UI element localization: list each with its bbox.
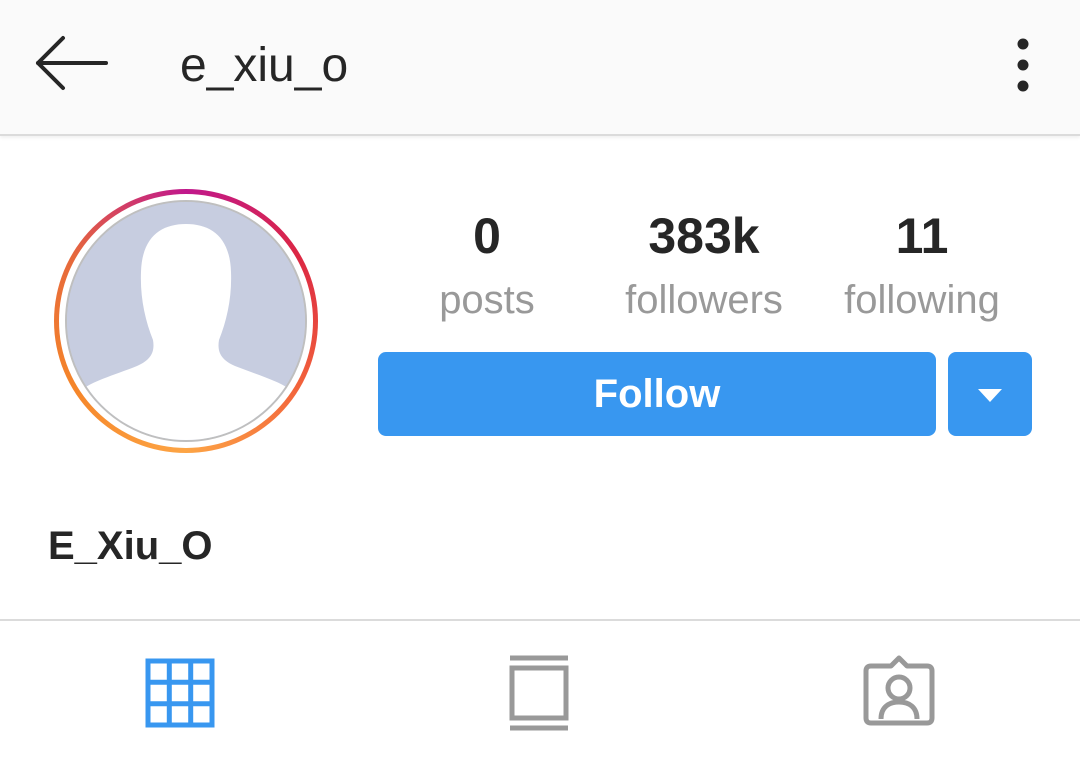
posts-stat: 0 posts [387, 205, 587, 325]
vertical-dots-icon [1017, 38, 1029, 92]
tab-tagged[interactable] [854, 648, 944, 738]
following-label: following [844, 278, 1000, 322]
tagged-person-icon [863, 655, 935, 726]
story-ring[interactable] [54, 189, 318, 453]
top-bar: e_xiu_o [0, 0, 1080, 136]
suggestions-dropdown-button[interactable] [948, 352, 1032, 436]
tab-grid[interactable] [135, 648, 225, 738]
posts-label: posts [439, 278, 535, 322]
following-stat[interactable]: 11 following [822, 205, 1022, 325]
arrow-left-icon [36, 36, 108, 90]
follow-button[interactable]: Follow [378, 352, 936, 436]
grid-icon [145, 658, 215, 728]
followers-label: followers [625, 278, 783, 322]
avatar [65, 200, 307, 442]
profile-full-name: E_Xiu_O [48, 524, 213, 568]
more-options-button[interactable] [1000, 34, 1046, 96]
back-button[interactable] [28, 30, 114, 96]
followers-stat[interactable]: 383k followers [604, 205, 804, 325]
tabs-divider [0, 619, 1080, 621]
caret-down-icon [978, 389, 1002, 402]
followers-count: 383k [648, 208, 760, 264]
profile-username: e_xiu_o [180, 39, 349, 92]
feed-icon [509, 655, 569, 731]
default-avatar-icon [67, 202, 305, 440]
tab-feed[interactable] [494, 648, 584, 738]
posts-count: 0 [473, 208, 501, 264]
following-count: 11 [895, 208, 949, 264]
